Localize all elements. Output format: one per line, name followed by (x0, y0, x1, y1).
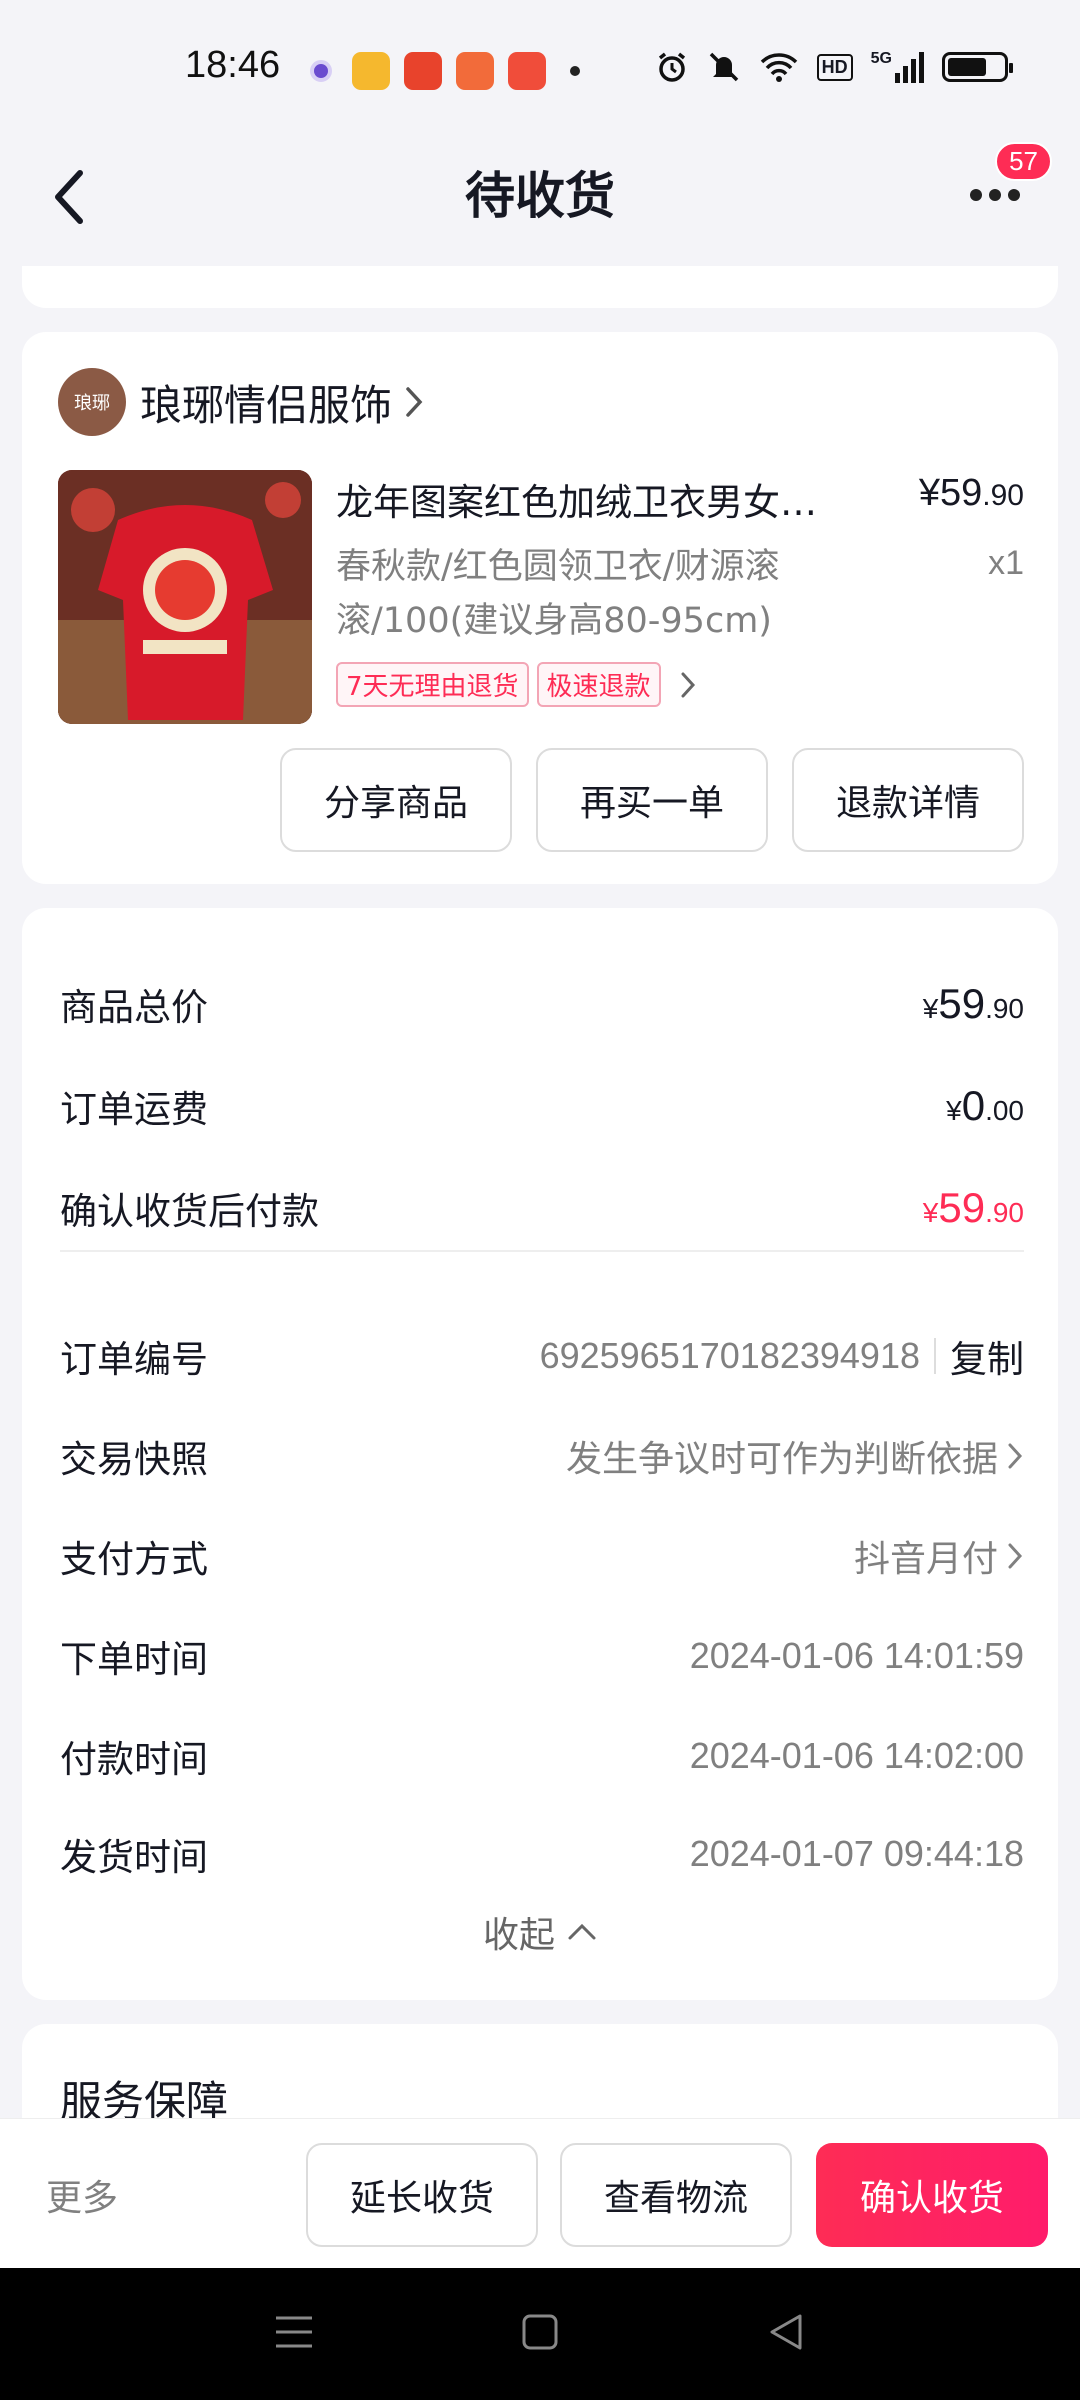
chevron-right-icon (1008, 1443, 1023, 1469)
system-back-button[interactable] (766, 2312, 806, 2356)
chevron-right-icon (679, 670, 697, 700)
confirm-receipt-button[interactable]: 确认收货 (816, 2143, 1048, 2247)
notification-icons (310, 52, 580, 90)
collapse-button[interactable]: 收起 (22, 1906, 1058, 1958)
payment-method-row[interactable]: 支付方式 抖音月付 (60, 1526, 1024, 1586)
order-time-row: 下单时间 2024-01-06 14:01:59 (60, 1635, 1024, 1681)
shipping-amount: ¥0.00 (946, 1082, 1024, 1129)
more-dot-icon (970, 189, 982, 201)
price-row-subtotal: 商品总价 ¥59.90 (60, 980, 1024, 1029)
chevron-right-icon (404, 385, 424, 419)
product-actions: 分享商品 再买一单 退款详情 (280, 748, 1024, 852)
system-status-icons: HD 5G (655, 50, 1013, 84)
home-square-icon (522, 2314, 558, 2350)
price-row-shipping: 订单运费 ¥0.00 (60, 1082, 1024, 1131)
chevron-right-icon (1008, 1543, 1023, 1569)
shipping-time-row: 发货时间 2024-01-07 09:44:18 (60, 1833, 1024, 1879)
menu-icon (275, 2316, 312, 2348)
refund-details-button[interactable]: 退款详情 (792, 748, 1024, 852)
payment-time-row: 付款时间 2024-01-06 14:02:00 (60, 1735, 1024, 1781)
tag-7day-return: 7天无理由退货 (336, 662, 529, 707)
message-count-badge: 57 (995, 142, 1052, 181)
price-row-pay-after-receipt: 确认收货后付款 ¥59.90 (60, 1184, 1024, 1233)
shop-link[interactable]: 琅琊 琅琊情侣服饰 (58, 366, 424, 438)
tag-fast-refund: 极速退款 (536, 662, 661, 707)
recent-apps-button[interactable] (274, 2314, 314, 2354)
reader-app-icon (456, 52, 494, 90)
alarm-icon (655, 50, 689, 84)
product-price: ¥59.90 (918, 472, 1024, 514)
share-product-button[interactable]: 分享商品 (280, 748, 512, 852)
product-image[interactable] (58, 470, 312, 724)
music-app-icon (508, 52, 546, 90)
mute-icon (707, 50, 741, 84)
more-dot-icon (989, 189, 1001, 201)
more-notifications-icon (570, 66, 580, 76)
pay-after-receipt-amount: ¥59.90 (922, 1184, 1024, 1231)
subtotal-amount: ¥59.90 (922, 980, 1024, 1027)
product-title[interactable]: 龙年图案红色加绒卫衣男女… (336, 472, 876, 526)
battery-level (948, 58, 986, 76)
system-navigation-bar (0, 2268, 1080, 2400)
product-sku: 春秋款/红色圆领卫衣/财源滚滚/100(建议身高80-95cm) (336, 547, 780, 641)
top-navigation: 待收货 57 (0, 140, 1080, 250)
more-options-link[interactable]: 更多 (46, 2169, 118, 2221)
previous-card-stub (22, 266, 1058, 308)
product-card: 琅琊 琅琊情侣服饰 龙年图案红色加绒卫衣男女… ¥59.90 春秋款/红色圆领卫… (22, 332, 1058, 884)
shop-logo: 琅琊 (58, 368, 126, 436)
home-button[interactable] (521, 2313, 559, 2355)
extend-receipt-button[interactable]: 延长收货 (306, 2143, 538, 2247)
order-number-row: 订单编号 6925965170182394918 复制 (60, 1326, 1024, 1386)
shop-name: 琅琊情侣服饰 (140, 380, 393, 430)
wifi-icon (759, 50, 799, 84)
chevron-up-icon (568, 1923, 596, 1940)
copy-order-number-button[interactable]: 复制 (950, 1329, 1024, 1383)
trade-snapshot-row[interactable]: 交易快照 发生争议时可作为判断依据 (60, 1426, 1024, 1486)
battery-icon (942, 52, 1013, 82)
divider (60, 1250, 1024, 1252)
back-triangle-icon (770, 2314, 802, 2350)
separator (934, 1338, 936, 1374)
app-notification-icon (310, 60, 332, 82)
shopping-app-icon (404, 52, 442, 90)
page-title: 待收货 (465, 167, 615, 225)
order-number: 6925965170182394918 (539, 1335, 920, 1376)
product-quantity: x1 (988, 544, 1024, 582)
status-time: 18:46 (185, 44, 281, 86)
view-logistics-button[interactable]: 查看物流 (560, 2143, 792, 2247)
hd-icon: HD (816, 50, 853, 84)
more-dot-icon (1008, 189, 1020, 201)
signal-icon: 5G (871, 50, 924, 84)
bottom-action-bar: 更多 延长收货 查看物流 确认收货 (0, 2118, 1080, 2268)
order-detail-card: 商品总价 ¥59.90 订单运费 ¥0.00 确认收货后付款 ¥59.90 订单… (22, 908, 1058, 2000)
buy-again-button[interactable]: 再买一单 (536, 748, 768, 852)
status-bar: 18:46 HD 5G (0, 0, 1080, 140)
notes-app-icon (352, 52, 390, 90)
service-tags[interactable]: 7天无理由退货 极速退款 (336, 662, 697, 707)
